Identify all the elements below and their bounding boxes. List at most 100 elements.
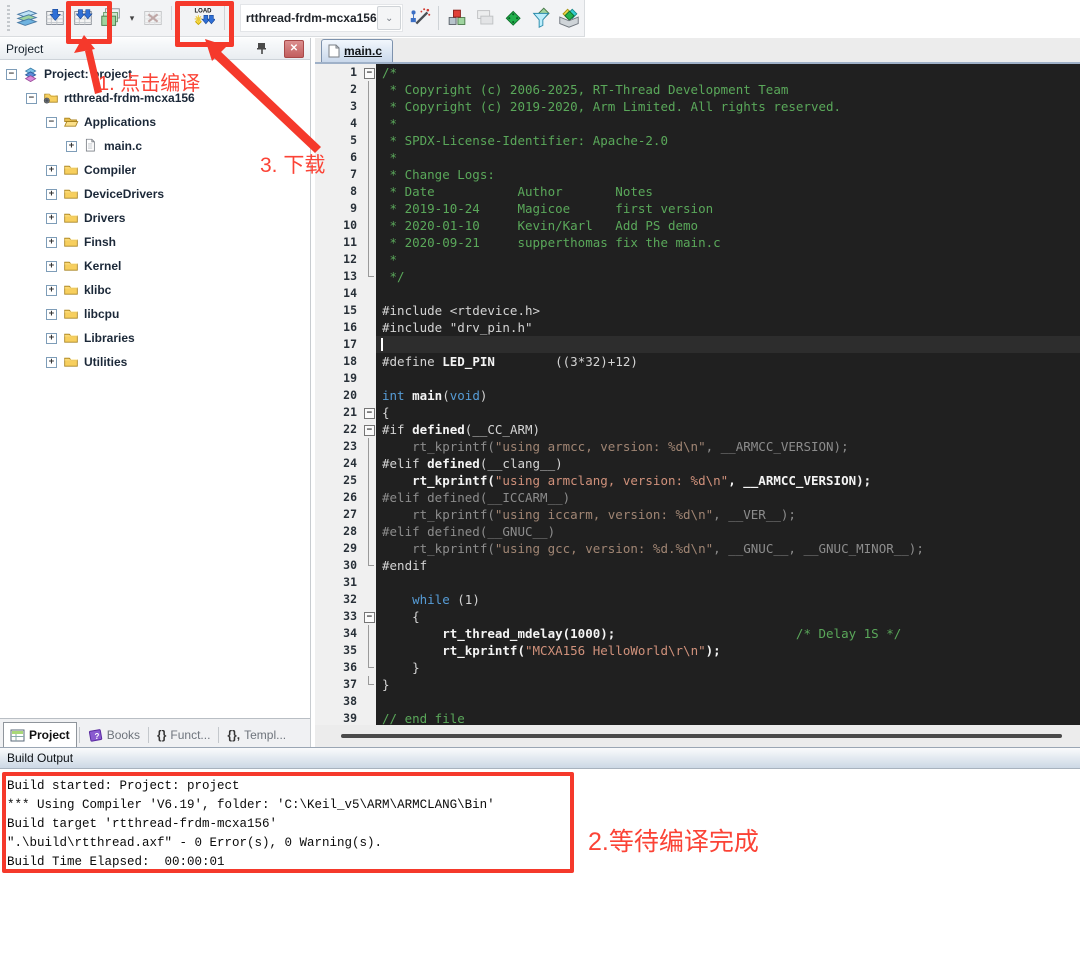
close-icon[interactable]: ✕ [284, 40, 304, 58]
code-line: 9 * 2019-10-24 Magicoe first version [315, 200, 1080, 217]
code-line: 21−{ [315, 404, 1080, 421]
code-line: 3 * Copyright (c) 2019-2020, Arm Limited… [315, 98, 1080, 115]
fold-margin [362, 353, 376, 370]
folder-open [64, 117, 79, 127]
tree-expander[interactable]: + [46, 260, 57, 272]
line-number: 1 [315, 64, 362, 81]
bottom-tab-funct[interactable]: {} Funct... [151, 723, 216, 747]
code-line: 16 #include "drv_pin.h" [315, 319, 1080, 336]
bottom-tab-project[interactable]: Project [3, 722, 77, 747]
code-text: #include "drv_pin.h" [382, 320, 533, 335]
bottom-tab-books[interactable]: ? Books [82, 723, 146, 747]
fold-margin [362, 710, 376, 725]
tree-expander[interactable]: + [66, 140, 77, 152]
folder [64, 333, 78, 343]
build-output-pane[interactable]: Build started: Project: project *** Using… [0, 769, 1080, 961]
tree-expander[interactable]: + [46, 284, 57, 296]
fold-end [368, 565, 374, 566]
tree-item-compiler[interactable]: + Compiler [0, 158, 310, 182]
chevron-down-icon[interactable]: ⌄ [377, 6, 402, 30]
code-line: 26 #elif defined(__ICCARM__) [315, 489, 1080, 506]
tree-expander[interactable]: + [46, 356, 57, 368]
line-number: 24 [315, 455, 362, 472]
tab-separator [218, 727, 220, 743]
options-wand-button[interactable] [407, 4, 432, 32]
line-number: 23 [315, 438, 362, 455]
tree-expander[interactable]: + [46, 188, 57, 200]
code-line: 23 rt_kprintf("using armcc, version: %d\… [315, 438, 1080, 455]
line-number: 22 [315, 421, 362, 438]
translate-button[interactable] [15, 4, 40, 32]
fold-toggle-icon[interactable]: − [364, 425, 375, 436]
tree-item-drivers[interactable]: + Drivers [0, 206, 310, 230]
load-button[interactable]: LOAD [187, 4, 218, 32]
tree-item-kernel[interactable]: + Kernel [0, 254, 310, 278]
target-select[interactable]: rtthread-frdm-mcxa156 ⌄ [239, 4, 404, 32]
folder-icon [62, 258, 80, 274]
fold-margin [362, 523, 376, 540]
tree-expander[interactable]: + [46, 212, 57, 224]
bottom-tab-label: Project [29, 728, 70, 742]
tree-item-libcpu[interactable]: + libcpu [0, 302, 310, 326]
file [85, 138, 95, 152]
dropdown-arrow-icon[interactable]: ▾ [127, 4, 138, 32]
fold-line [368, 81, 369, 98]
stop-build-button[interactable] [140, 4, 165, 32]
pack-installer-button[interactable] [556, 4, 581, 32]
software-packs-button[interactable] [500, 4, 525, 32]
fold-margin [362, 472, 376, 489]
pin-icon[interactable] [254, 40, 270, 56]
line-number: 32 [315, 591, 362, 608]
tree-item-klibc[interactable]: + klibc [0, 278, 310, 302]
code-editor[interactable]: 1−/* 2 * Copyright (c) 2006-2025, RT-Thre… [315, 64, 1080, 725]
tree-expander[interactable]: − [46, 116, 57, 128]
fold-end [368, 684, 374, 685]
tree-expander[interactable]: + [46, 308, 57, 320]
folder-icon [62, 330, 80, 346]
tree-item-utilities[interactable]: + Utilities [0, 350, 310, 374]
braces-arrow-icon: {}, [227, 728, 241, 742]
tree-expander[interactable]: + [46, 332, 57, 344]
target-icon [42, 90, 60, 106]
code-line: 14 [315, 285, 1080, 302]
bottom-tab-templ[interactable]: {}, Templ... [221, 723, 292, 747]
tree-item-devicedrivers[interactable]: + DeviceDrivers [0, 182, 310, 206]
line-number: 9 [315, 200, 362, 217]
tree-expander[interactable]: − [6, 68, 17, 80]
fold-margin: − [362, 608, 376, 625]
code-line: 4 * [315, 115, 1080, 132]
rebuild-button[interactable] [71, 4, 96, 32]
batch-build-button[interactable] [99, 4, 124, 32]
tree-item-applications[interactable]: − Applications [0, 110, 310, 134]
editor-horizontal-scrollbar[interactable] [315, 725, 1080, 747]
code-text: rt_kprintf("using iccarm, version: %d\n"… [382, 507, 796, 522]
fold-toggle-icon[interactable]: − [364, 68, 375, 79]
tree-item-finsh[interactable]: + Finsh [0, 230, 310, 254]
fold-line [368, 455, 369, 472]
fold-margin [362, 659, 376, 676]
runtime-env-button[interactable] [444, 4, 469, 32]
scrollbar-thumb[interactable] [341, 734, 1062, 738]
tree-expander[interactable]: + [46, 164, 57, 176]
tab-main-c[interactable]: main.c [321, 39, 394, 62]
tree-item-rtthread-frdm-mcxa156[interactable]: − rtthread-frdm-mcxa156 [0, 86, 310, 110]
manage-items-button[interactable] [472, 4, 497, 32]
tree-expander[interactable]: − [26, 92, 37, 104]
books-icon: ? [88, 728, 103, 743]
workspace [24, 67, 37, 83]
folder-icon [62, 210, 80, 226]
code-line: 19 [315, 370, 1080, 387]
fold-toggle-icon[interactable]: − [364, 612, 375, 623]
fold-line [368, 149, 369, 166]
fold-toggle-icon[interactable]: − [364, 408, 375, 419]
tree-item-main-c[interactable]: + main.c [0, 134, 310, 158]
tree-item-libraries[interactable]: + Libraries [0, 326, 310, 350]
tree-item-project-project[interactable]: − Project: project [0, 62, 310, 86]
code-text: } [382, 660, 420, 675]
tree-expander[interactable]: + [46, 236, 57, 248]
build-button[interactable] [43, 4, 68, 32]
select-packs-button[interactable] [528, 4, 553, 32]
code-text: #elif defined(__clang__) [382, 456, 563, 471]
toolbar-grip[interactable] [7, 5, 10, 31]
line-number: 6 [315, 149, 362, 166]
